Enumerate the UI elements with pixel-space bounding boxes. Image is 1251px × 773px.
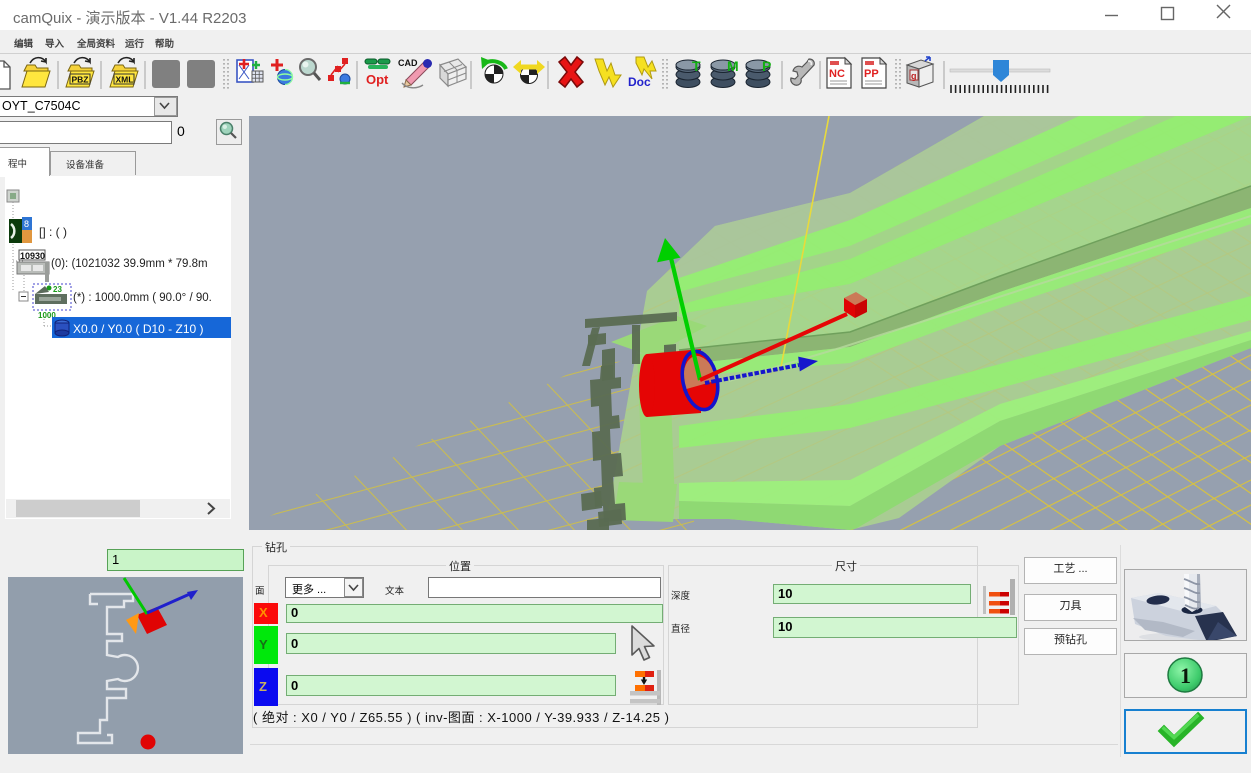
svg-text:(*) : 1000.0mm ( 90.0° / 90.: (*) : 1000.0mm ( 90.0° / 90. xyxy=(73,292,212,304)
svg-text:P: P xyxy=(762,58,771,74)
svg-text:23: 23 xyxy=(53,285,62,294)
svg-text:Opt: Opt xyxy=(366,72,389,87)
svg-text:8: 8 xyxy=(24,219,29,229)
svg-text:CAD: CAD xyxy=(398,58,418,68)
svg-text:NC: NC xyxy=(829,68,845,80)
svg-text:1: 1 xyxy=(1180,663,1191,688)
svg-text:[] : ( ): [] : ( ) xyxy=(39,225,67,239)
svg-text:10930: 10930 xyxy=(20,251,45,261)
svg-text:g: g xyxy=(911,71,917,81)
svg-text:XML: XML xyxy=(116,75,134,85)
svg-text:M: M xyxy=(727,58,739,74)
svg-text:Doc: Doc xyxy=(628,75,651,89)
svg-text:PBZ: PBZ xyxy=(72,75,89,85)
svg-text:X0.0 / Y0.0 ( D10 - Z10 ): X0.0 / Y0.0 ( D10 - Z10 ) xyxy=(73,322,204,336)
svg-text:PP: PP xyxy=(864,68,879,80)
svg-text:(0): (1021032 39.9mm * 79.8m: (0): (1021032 39.9mm * 79.8m xyxy=(51,258,208,270)
svg-text:T: T xyxy=(692,58,701,74)
